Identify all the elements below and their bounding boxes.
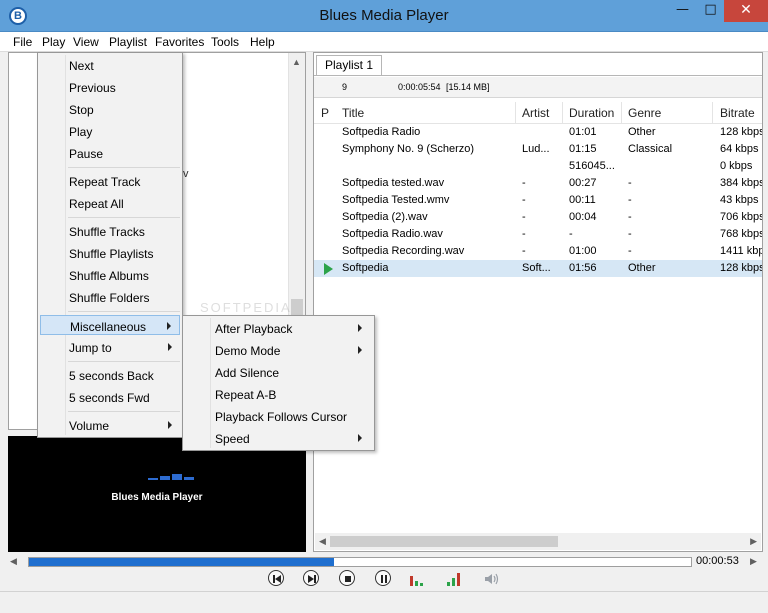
right-channel-meter-icon (447, 572, 465, 586)
transport-controls (0, 570, 768, 590)
next-icon (308, 575, 316, 583)
menu-item-repeat-track[interactable]: Repeat Track (40, 171, 180, 191)
previous-button[interactable] (268, 570, 284, 586)
table-row[interactable]: Softpedia Tested.wmv - 00:11 - 43 kbps (314, 192, 762, 209)
menu-item-miscellaneous[interactable]: Miscellaneous (40, 315, 180, 335)
column-duration[interactable]: Duration (569, 106, 614, 120)
menu-item-shuffle-folders[interactable]: Shuffle Folders (40, 287, 180, 307)
stop-icon (345, 576, 351, 582)
column-genre[interactable]: Genre (628, 106, 661, 120)
menu-item-repeat-all[interactable]: Repeat All (40, 193, 180, 213)
pause-button[interactable] (375, 570, 391, 586)
left-channel-meter-icon (410, 572, 428, 586)
menu-item-jump-to[interactable]: Jump to (40, 337, 180, 357)
menu-item-playback-follows-cursor[interactable]: Playback Follows Cursor (185, 405, 372, 427)
video-logo-text: Blues Media Player (111, 492, 203, 503)
seek-bar[interactable]: ◀ 00:00:53 ▶ (8, 554, 760, 570)
minimize-button[interactable]: — (669, 0, 696, 22)
menu-item-shuffle-tracks[interactable]: Shuffle Tracks (40, 221, 180, 241)
seek-left-icon[interactable]: ◀ (10, 556, 17, 567)
playlist-horizontal-scrollbar[interactable]: ◀ ▶ (315, 533, 761, 550)
window-title: Blues Media Player (319, 7, 449, 24)
close-button[interactable]: ✕ (724, 0, 768, 22)
menu-item-repeat-a-b[interactable]: Repeat A-B (185, 383, 372, 405)
scroll-thumb[interactable] (330, 536, 558, 547)
column-title[interactable]: Title (342, 106, 364, 120)
menu-favorites[interactable]: Favorites (155, 35, 204, 49)
menu-item-volume[interactable]: Volume (40, 415, 180, 435)
menu-file[interactable]: File (13, 35, 32, 49)
menu-item-demo-mode[interactable]: Demo Mode (185, 339, 372, 361)
next-button[interactable] (303, 570, 319, 586)
track-count: 9 (342, 82, 348, 92)
menu-item-pause[interactable]: Pause (40, 143, 180, 163)
menu-item-add-silence[interactable]: Add Silence (185, 361, 372, 383)
table-row-playing[interactable]: Softpedia Soft... 01:56 Other 128 kbps (314, 260, 762, 277)
volume-icon[interactable] (484, 572, 500, 586)
column-header: P Title Artist Duration Genre Bitrate (314, 101, 762, 124)
menu-item-play[interactable]: Play (40, 121, 180, 141)
watermark: SOFTPEDIA (200, 300, 292, 315)
table-row[interactable]: Softpedia (2).wav - 00:04 - 706 kbps (314, 209, 762, 226)
playlist-summary: 9 0:00:05:54 [15.14 MB] (314, 77, 762, 98)
menu-view[interactable]: View (73, 35, 99, 49)
menu-item-shuffle-albums[interactable]: Shuffle Albums (40, 265, 180, 285)
status-bar (0, 591, 768, 613)
submenu-arrow-icon (358, 434, 362, 442)
previous-icon (273, 575, 281, 583)
menu-item-after-playback[interactable]: After Playback (185, 317, 372, 339)
elapsed-time: 00:00:53 (696, 555, 739, 567)
menu-item-speed[interactable]: Speed (185, 427, 372, 449)
pause-icon (381, 575, 387, 583)
scroll-up-icon[interactable]: ▲ (292, 57, 301, 67)
total-duration: 0:00:05:54 (398, 82, 441, 92)
seek-track[interactable] (28, 557, 692, 567)
table-row[interactable]: Softpedia Recording.wav - 01:00 - 1411 k… (314, 243, 762, 260)
table-row[interactable]: Symphony No. 9 (Scherzo) Lud... 01:15 Cl… (314, 141, 762, 158)
playlist-panel: Playlist 1 9 0:00:05:54 [15.14 MB] P Tit… (313, 52, 763, 552)
menu-item-5-seconds-back[interactable]: 5 seconds Back (40, 365, 180, 385)
maximize-button[interactable]: □ (697, 0, 724, 22)
title-bar: B Blues Media Player — □ ✕ (0, 0, 768, 32)
play-menu: Next Previous Stop Play Pause Repeat Tra… (37, 52, 183, 438)
scroll-left-icon[interactable]: ◀ (319, 536, 326, 547)
scroll-right-icon[interactable]: ▶ (750, 536, 757, 547)
total-size: [15.14 MB] (446, 82, 490, 92)
table-row[interactable]: Softpedia Radio 01:01 Other 128 kbps (314, 124, 762, 141)
menu-bar: File Play View Playlist Favorites Tools … (0, 32, 768, 52)
column-artist[interactable]: Artist (522, 106, 549, 120)
menu-play[interactable]: Play (42, 35, 65, 49)
submenu-arrow-icon (168, 421, 172, 429)
submenu-arrow-icon (358, 324, 362, 332)
menu-item-next[interactable]: Next (40, 55, 180, 75)
video-panel: Blues Media Player (8, 436, 306, 552)
menu-help[interactable]: Help (250, 35, 275, 49)
seek-progress (29, 558, 334, 566)
library-text: v (183, 168, 189, 180)
table-row[interactable]: Softpedia Radio.wav - - - 768 kbps (314, 226, 762, 243)
submenu-arrow-icon (168, 343, 172, 351)
menu-item-stop[interactable]: Stop (40, 99, 180, 119)
submenu-arrow-icon (167, 322, 171, 330)
menu-item-previous[interactable]: Previous (40, 77, 180, 97)
stop-button[interactable] (339, 570, 355, 586)
menu-playlist[interactable]: Playlist (109, 35, 147, 49)
column-playing[interactable]: P (321, 106, 329, 120)
table-row[interactable]: Softpedia tested.wav - 00:27 - 384 kbps (314, 175, 762, 192)
tab-playlist-1[interactable]: Playlist 1 (316, 55, 383, 76)
menu-item-shuffle-playlists[interactable]: Shuffle Playlists (40, 243, 180, 263)
column-bitrate[interactable]: Bitrate (720, 106, 755, 120)
submenu-arrow-icon (358, 346, 362, 354)
menu-tools[interactable]: Tools (211, 35, 239, 49)
seek-right-icon[interactable]: ▶ (750, 556, 757, 567)
playing-indicator-icon (324, 263, 333, 275)
table-row[interactable]: 516045... 0 kbps (314, 158, 762, 175)
miscellaneous-submenu: After Playback Demo Mode Add Silence Rep… (182, 315, 375, 451)
menu-item-5-seconds-fwd[interactable]: 5 seconds Fwd (40, 387, 180, 407)
